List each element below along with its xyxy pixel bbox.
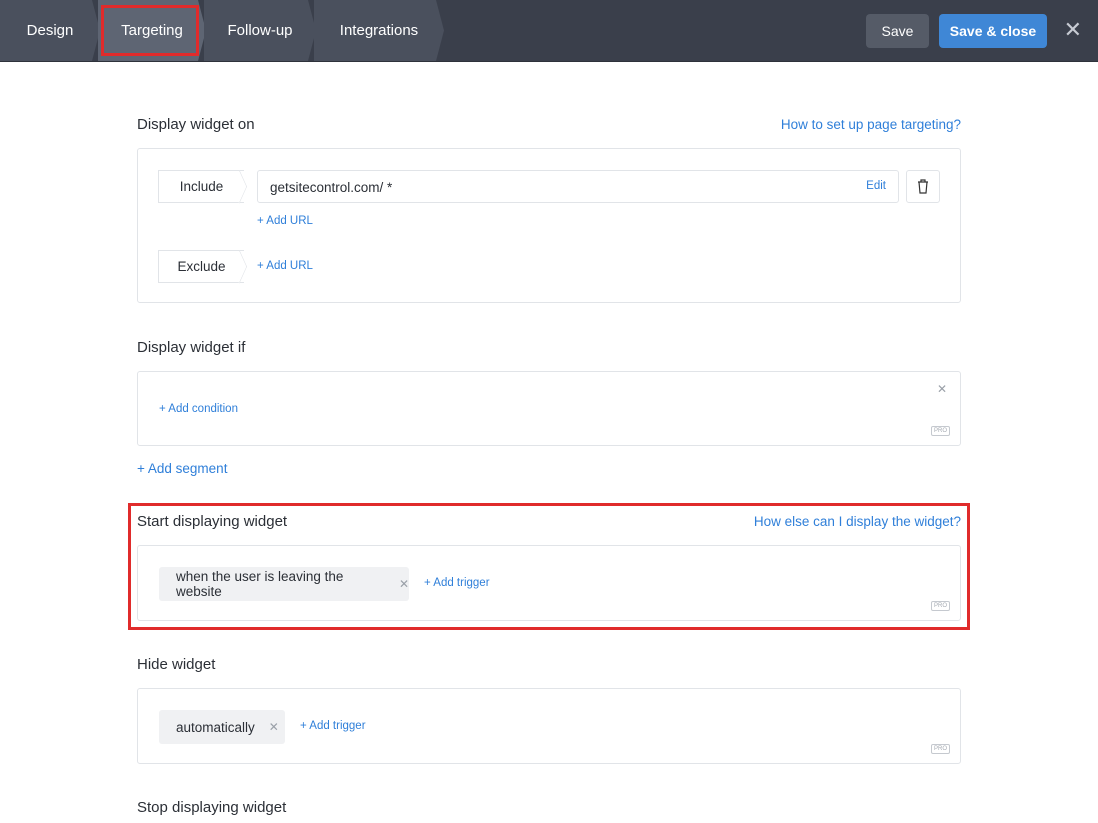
tab-design[interactable]: Design: [0, 0, 100, 61]
tab-follow-up[interactable]: Follow-up: [204, 0, 316, 61]
remove-segment-icon[interactable]: ✕: [937, 382, 947, 396]
edit-url-link[interactable]: Edit: [866, 180, 886, 192]
display-on-title: Display widget on: [137, 116, 255, 133]
trigger-chip[interactable]: when the user is leaving the website ✕: [159, 567, 409, 601]
stop-title: Stop displaying widget: [137, 799, 286, 816]
add-segment-link[interactable]: + Add segment: [137, 461, 227, 476]
save-close-button[interactable]: Save & close: [939, 14, 1047, 48]
hide-title: Hide widget: [137, 656, 215, 673]
display-help-link[interactable]: How else can I display the widget?: [754, 514, 961, 529]
hide-trigger-chip[interactable]: automatically ✕: [159, 710, 285, 744]
pro-badge: PRO: [931, 744, 950, 754]
hide-box: automatically ✕ + Add trigger PRO: [137, 688, 961, 764]
add-condition-link[interactable]: + Add condition: [159, 403, 238, 415]
exclude-add-url-link[interactable]: + Add URL: [257, 260, 313, 272]
delete-url-button[interactable]: [906, 170, 940, 203]
pro-badge: PRO: [931, 601, 950, 611]
page-targeting-help-link[interactable]: How to set up page targeting?: [781, 117, 961, 132]
include-url-value: getsitecontrol.com/ *: [270, 180, 392, 195]
top-bar: Design Targeting Follow-up Integrations …: [0, 0, 1098, 62]
display-if-title: Display widget if: [137, 339, 245, 356]
start-box: when the user is leaving the website ✕ + …: [137, 545, 961, 621]
hide-add-trigger-link[interactable]: + Add trigger: [300, 720, 366, 732]
tab-targeting[interactable]: Targeting: [98, 0, 206, 61]
display-if-box: + Add condition ✕ PRO: [137, 371, 961, 446]
hide-trigger-label: automatically: [176, 720, 255, 735]
save-button[interactable]: Save: [866, 14, 929, 48]
display-on-box: Include getsitecontrol.com/ * Edit + Add…: [137, 148, 961, 303]
remove-trigger-icon[interactable]: ✕: [399, 577, 409, 591]
add-trigger-link[interactable]: + Add trigger: [424, 577, 490, 589]
tab-integrations[interactable]: Integrations: [314, 0, 444, 61]
start-title: Start displaying widget: [137, 513, 287, 530]
remove-trigger-icon[interactable]: ✕: [269, 720, 279, 734]
include-url-field[interactable]: getsitecontrol.com/ * Edit: [257, 170, 899, 203]
pro-badge: PRO: [931, 426, 950, 436]
include-add-url-link[interactable]: + Add URL: [257, 215, 313, 227]
trigger-label: when the user is leaving the website: [176, 569, 385, 599]
include-label: Include: [158, 170, 244, 203]
close-icon[interactable]: ✕: [1064, 19, 1082, 41]
exclude-label: Exclude: [158, 250, 244, 283]
trash-icon: [917, 179, 929, 194]
